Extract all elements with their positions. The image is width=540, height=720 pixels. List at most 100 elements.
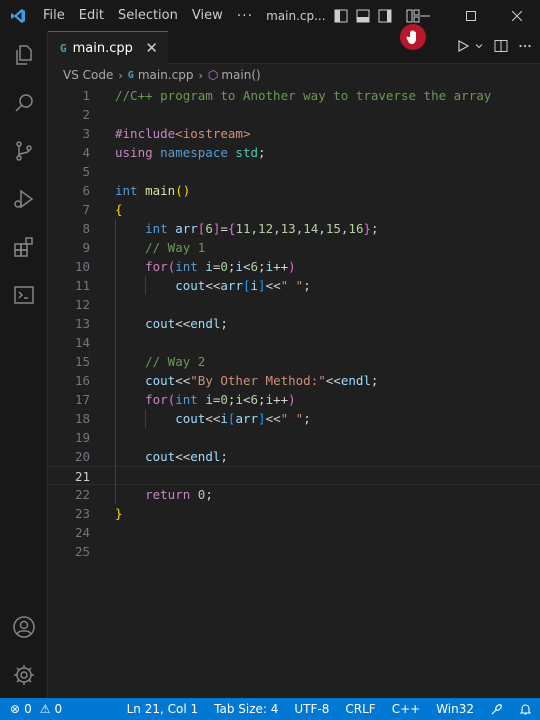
line-number[interactable]: 17 [48,390,90,409]
menu-selection[interactable]: Selection [111,0,185,31]
line-number[interactable]: 9 [48,238,90,257]
problems-indicator[interactable]: ⊗ 0 ⚠ 0 [0,702,62,716]
code-line[interactable]: 21 [48,466,540,485]
menu-edit[interactable]: Edit [72,0,111,31]
line-number[interactable]: 5 [48,162,90,181]
search-icon[interactable] [0,79,48,127]
line-number[interactable]: 12 [48,295,90,314]
language-mode[interactable]: C++ [392,702,421,716]
code-line[interactable]: 17 for(int i=0;i<6;i++) [48,390,540,409]
account-icon[interactable] [0,603,48,651]
split-editor-icon[interactable] [494,39,508,57]
toggle-primary-sidebar-icon[interactable] [334,9,348,23]
menu-view[interactable]: View [185,0,230,31]
line-number[interactable]: 4 [48,143,90,162]
line-number[interactable]: 7 [48,200,90,219]
line-number[interactable]: 23 [48,504,90,523]
code-line[interactable]: 15 // Way 2 [48,352,540,371]
code-line[interactable]: 16 cout<<"By Other Method:"<<endl; [48,371,540,390]
code-line[interactable]: 13 cout<<endl; [48,314,540,333]
line-number[interactable]: 8 [48,219,90,238]
line-number[interactable]: 25 [48,542,90,561]
terminal-icon[interactable] [0,271,48,319]
tab-close-icon[interactable]: ✕ [145,39,158,57]
line-number[interactable]: 6 [48,181,90,200]
code-line[interactable]: 10 for(int i=0;i<6;i++) [48,257,540,276]
code-line[interactable]: 4 using namespace std; [48,143,540,162]
code-token: ; [371,221,379,236]
run-dropdown-chevron-icon[interactable] [474,40,484,55]
code-token: , [318,221,326,236]
code-line[interactable]: 1 //C++ program to Another way to travers… [48,86,540,105]
indent-guide [115,219,116,504]
code-line[interactable]: 22 return 0; [48,485,540,504]
line-number[interactable]: 13 [48,314,90,333]
code-line[interactable]: 2 [48,105,540,124]
code-line[interactable]: 18 cout<<i[arr]<<" "; [48,409,540,428]
toggle-secondary-sidebar-icon[interactable] [378,9,392,23]
code-line[interactable]: 3 #include<iostream> [48,124,540,143]
code-line[interactable]: 25 [48,542,540,561]
error-icon: ⊗ [10,702,21,716]
tab-label: main.cpp [72,40,133,56]
line-number[interactable]: 18 [48,409,90,428]
line-number[interactable]: 10 [48,257,90,276]
code-token: endl [190,449,221,464]
settings-gear-icon[interactable] [0,651,48,699]
notifications-bell-icon[interactable] [519,703,532,716]
code-editor[interactable]: 1 //C++ program to Another way to travers… [48,86,540,698]
line-number[interactable]: 21 [48,467,90,486]
breadcrumb-root[interactable]: VS Code [63,68,113,82]
encoding[interactable]: UTF-8 [294,702,329,716]
code-line[interactable]: 9 // Way 1 [48,238,540,257]
code-token: , [250,221,259,236]
close-window-button[interactable] [494,0,540,31]
line-number[interactable]: 2 [48,105,90,124]
code-line[interactable]: 8 int arr[6]={11,12,13,14,15,16}; [48,219,540,238]
end-of-line[interactable]: CRLF [345,702,375,716]
code-line[interactable]: 5 [48,162,540,181]
line-number[interactable]: 16 [48,371,90,390]
line-number[interactable]: 11 [48,276,90,295]
line-number[interactable]: 22 [48,485,90,504]
cursor-position[interactable]: Ln 21, Col 1 [127,702,199,716]
line-number[interactable]: 24 [48,523,90,542]
menu-file[interactable]: File [36,0,72,31]
run-file-icon[interactable] [456,39,470,57]
explorer-icon[interactable] [0,31,48,79]
code-line[interactable]: 7{ [48,200,540,219]
feedback-icon[interactable] [490,703,503,716]
source-control-icon[interactable] [0,127,48,175]
code-token: arr [175,221,198,236]
more-actions-icon[interactable] [518,39,532,57]
tab-size[interactable]: Tab Size: 4 [214,702,278,716]
code-line[interactable]: 24 [48,523,540,542]
code-line[interactable]: 19 [48,428,540,447]
code-token: cout [175,278,206,293]
code-line[interactable]: 11 cout<<arr[i]<<" "; [48,276,540,295]
editor-actions [456,31,532,64]
extensions-icon[interactable] [0,223,48,271]
menu-bar: File Edit Selection View ··· [36,0,260,31]
code-line[interactable]: 12 [48,295,540,314]
line-number[interactable]: 19 [48,428,90,447]
line-number[interactable]: 1 [48,86,90,105]
toggle-panel-icon[interactable] [356,9,370,23]
line-number[interactable]: 20 [48,447,90,466]
tab-main-cpp[interactable]: G main.cpp ✕ [48,31,168,64]
code-line[interactable]: 23} [48,504,540,523]
menu-more-button[interactable]: ··· [230,8,260,24]
maximize-button[interactable] [448,0,494,31]
line-number[interactable]: 3 [48,124,90,143]
code-line[interactable]: 6 int main() [48,181,540,200]
breadcrumb-symbol[interactable]: main() [221,68,260,82]
code-line[interactable]: 14 [48,333,540,352]
line-number[interactable]: 14 [48,333,90,352]
platform[interactable]: Win32 [436,702,474,716]
breadcrumb-file[interactable]: main.cpp [138,68,194,82]
line-number[interactable]: 15 [48,352,90,371]
run-debug-icon[interactable] [0,175,48,223]
code-line[interactable]: 20 cout<<endl; [48,447,540,466]
